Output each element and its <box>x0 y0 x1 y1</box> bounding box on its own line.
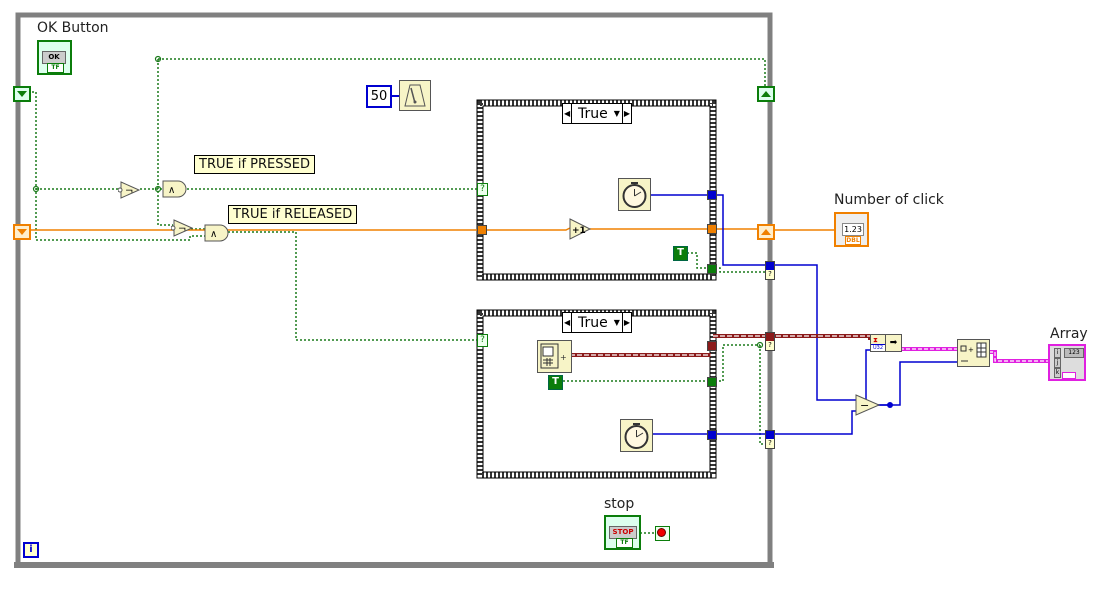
stop-label: stop <box>604 496 635 512</box>
array-type-badge <box>1062 372 1076 379</box>
conditional-tunnel-1: ? <box>765 261 775 280</box>
case-prev-arrow-icon[interactable]: ◀ <box>563 313 573 332</box>
arrow-right-icon: ➡ <box>889 338 898 348</box>
u32-tunnel-out-1 <box>707 190 717 200</box>
comment-true-if-pressed: TRUE if PRESSED <box>194 155 315 174</box>
case-selector-2[interactable]: ◀ True ▼ ▶ <box>562 312 632 333</box>
case-prev-arrow-icon[interactable]: ◀ <box>563 104 573 123</box>
stop-button-type: TF <box>616 538 633 548</box>
case-selector-1[interactable]: ◀ True ▼ ▶ <box>562 103 632 124</box>
clock-calendar-icon: + <box>540 343 567 369</box>
numeric-tunnel-out <box>707 224 717 234</box>
stopwatch-icon <box>624 423 649 449</box>
ok-button-label: OK Button <box>37 20 109 36</box>
chevron-down-icon[interactable]: ▼ <box>614 109 622 118</box>
u32-tunnel-out-2 <box>707 430 717 440</box>
true-constant-2[interactable]: T <box>548 375 563 390</box>
case-selector-value: True <box>578 105 608 122</box>
shift-register-left-boolean[interactable] <box>13 86 31 102</box>
tick-count-node-1[interactable] <box>618 178 651 211</box>
array-label: Array <box>1050 326 1088 342</box>
svg-text:¬: ¬ <box>125 186 133 197</box>
index-j: j <box>1054 358 1061 368</box>
svg-text:∧: ∧ <box>210 229 217 240</box>
and-gate-released[interactable]: ∧ <box>204 224 232 242</box>
stop-button-terminal[interactable]: STOP TF <box>604 515 641 550</box>
not-gate-1[interactable]: ¬ <box>118 180 142 200</box>
svg-text:−: − <box>860 399 869 412</box>
stopwatch-icon <box>622 182 647 208</box>
array-index-display: i j k <box>1054 348 1061 378</box>
number-of-click-face: 1.23 <box>842 223 864 236</box>
array-indicator[interactable]: i j k 123 <box>1048 344 1086 381</box>
conditional-tunnel-3: ? <box>765 430 775 449</box>
case-selector-value: True <box>578 314 608 331</box>
case-selector-terminal-1: ? <box>477 183 488 196</box>
tick-count-node-2[interactable] <box>620 419 653 452</box>
boolean-tunnel-out-2 <box>707 377 717 387</box>
stop-sign-icon <box>657 528 666 537</box>
svg-text:+: + <box>560 353 567 362</box>
ok-button-type: TF <box>47 63 64 73</box>
and-gate-pressed[interactable]: ∧ <box>162 180 190 198</box>
conditional-tunnel-2: ? <box>765 332 775 351</box>
case-next-arrow-icon[interactable]: ▶ <box>621 104 631 123</box>
build-array-node[interactable]: + <box>957 339 990 367</box>
increment-node[interactable]: +1 <box>568 217 592 241</box>
svg-text:∧: ∧ <box>168 185 175 196</box>
chevron-down-icon[interactable]: ▼ <box>614 318 622 327</box>
wait-ms-constant[interactable]: 50 <box>366 85 392 108</box>
shift-register-left-numeric[interactable] <box>13 224 31 240</box>
svg-text:+: + <box>968 346 974 354</box>
index-i: i <box>1054 348 1061 358</box>
block-diagram-wires <box>14 12 1050 568</box>
iteration-terminal: i <box>23 542 39 558</box>
while-loop-frame <box>15 12 773 568</box>
true-constant-1[interactable]: T <box>673 246 688 261</box>
svg-text:+1: +1 <box>572 226 586 236</box>
index-k: k <box>1054 368 1061 378</box>
case-next-arrow-icon[interactable]: ▶ <box>621 313 631 332</box>
build-array-icon: + <box>960 342 987 362</box>
get-date-time-node[interactable]: + <box>537 340 572 373</box>
shift-register-right-boolean[interactable] <box>757 86 775 102</box>
wait-until-next-ms-node[interactable] <box>399 80 431 111</box>
timestamp-tunnel-out <box>707 341 717 351</box>
number-of-click-label: Number of click <box>834 192 944 208</box>
u32-label: U32 <box>871 344 885 351</box>
numeric-tunnel-in <box>477 225 487 235</box>
number-of-click-type: DBL <box>845 236 861 245</box>
svg-text:¬: ¬ <box>178 224 186 235</box>
shift-register-right-numeric[interactable] <box>757 224 775 240</box>
boolean-tunnel-out-1 <box>707 264 717 274</box>
timestamp-to-u32-node[interactable]: ⧗ U32 ➡ <box>870 334 902 352</box>
subtract-node[interactable]: − <box>855 394 881 416</box>
metronome-icon <box>404 84 426 107</box>
not-gate-2[interactable]: ¬ <box>171 218 195 238</box>
loop-condition-terminal[interactable] <box>655 526 670 541</box>
array-element-face: 123 <box>1064 348 1084 358</box>
case-structure-2-frame <box>477 310 716 478</box>
comment-true-if-released: TRUE if RELEASED <box>228 205 358 224</box>
ok-button-terminal[interactable]: OK TF <box>37 40 72 75</box>
case-selector-terminal-2: ? <box>477 334 488 347</box>
number-of-click-indicator[interactable]: 1.23 DBL <box>834 212 869 247</box>
